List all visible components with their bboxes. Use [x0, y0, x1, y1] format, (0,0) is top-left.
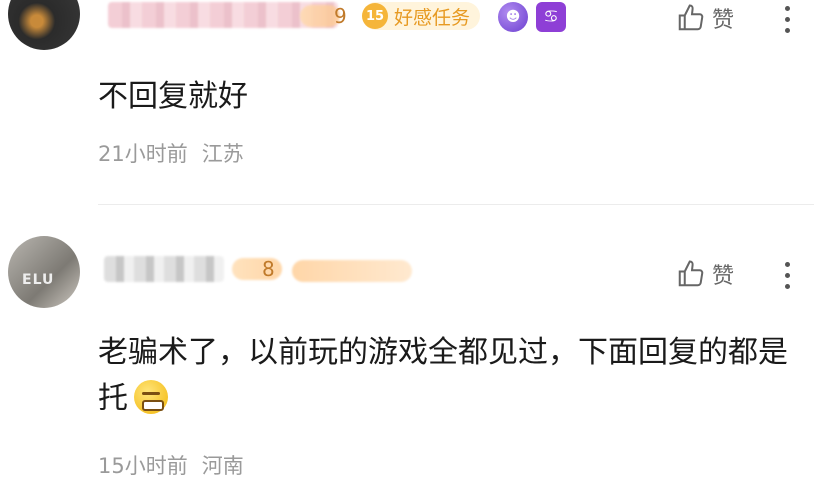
comment-text: 老骗术了，以前玩的游戏全都见过，下面回复的都是托: [98, 330, 798, 422]
like-button[interactable]: 赞: [676, 258, 734, 290]
more-options-icon[interactable]: [784, 262, 790, 289]
level-number: 8: [262, 257, 275, 281]
comment-text-body: 老骗术了，以前玩的游戏全都见过，下面回复的都是托: [98, 335, 788, 416]
level-badge-blurred: [292, 260, 412, 282]
avatar[interactable]: ELU: [8, 236, 80, 308]
grimace-emoji-icon: [134, 380, 168, 414]
thumbs-up-icon: [678, 260, 704, 287]
avatar-text: ELU: [22, 272, 55, 288]
username-blurred[interactable]: [104, 256, 224, 282]
timestamp: 15小时前: [98, 454, 188, 478]
comment-meta: 15小时前 河南: [98, 450, 244, 480]
location: 河南: [201, 454, 244, 478]
like-label: 赞: [712, 264, 735, 289]
comment-item: ELU 8 赞 老骗术了，以前玩的游戏全都见过，下面回复的都是托 15小时前 河南: [0, 0, 814, 478]
